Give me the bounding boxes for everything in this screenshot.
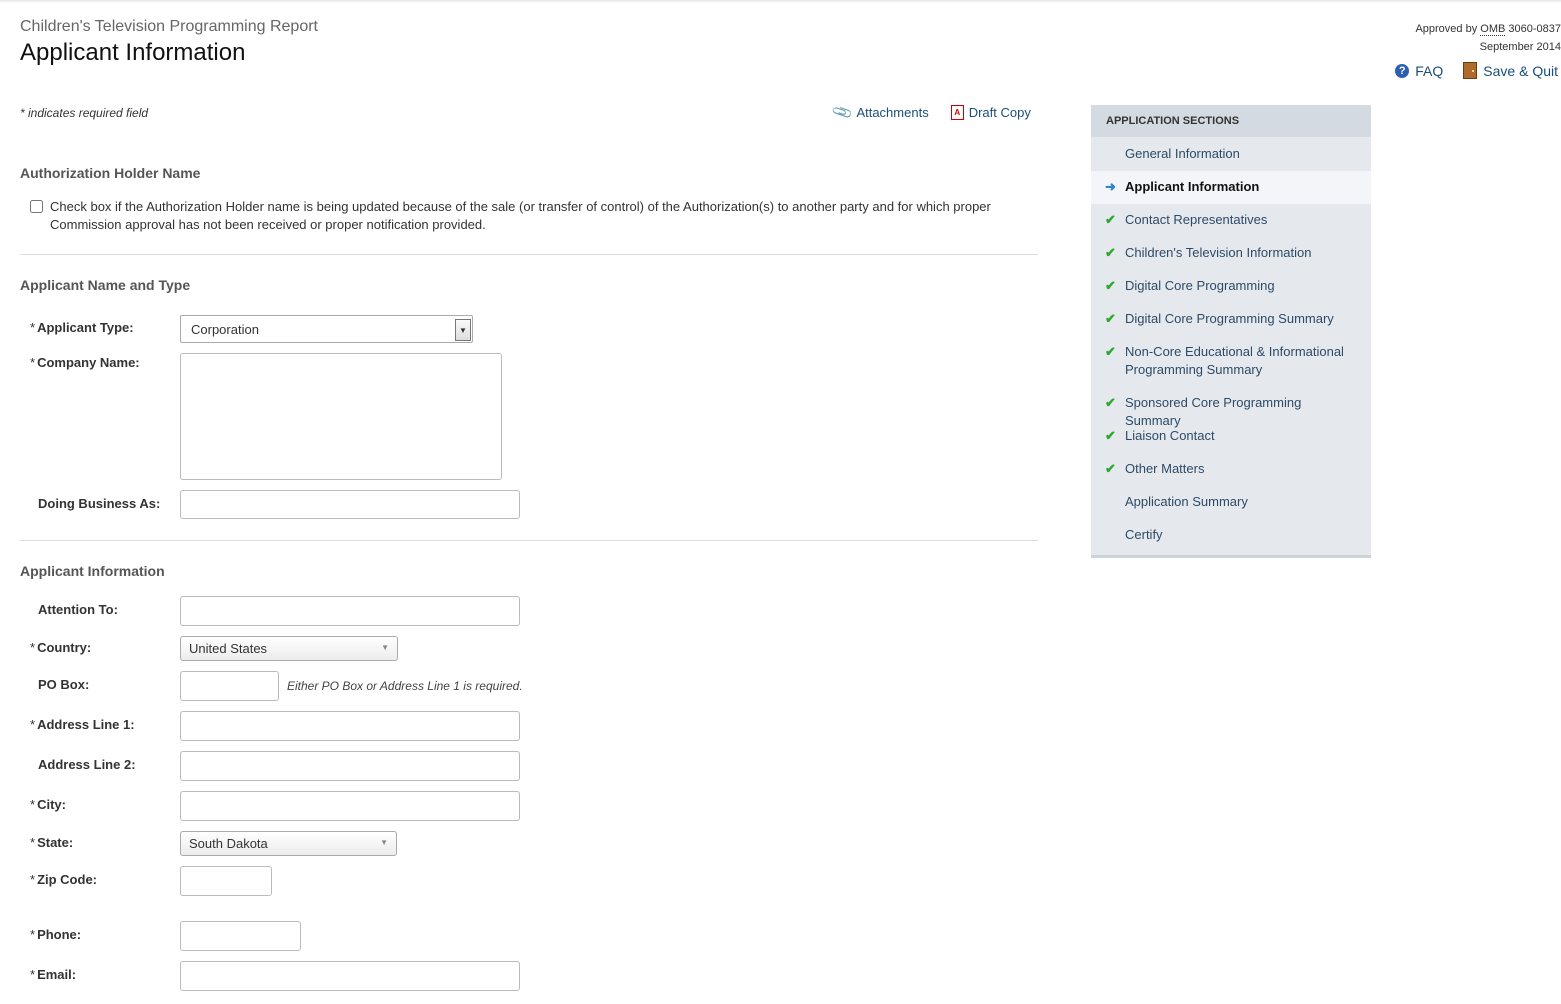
sidebar-item-label: Applicant Information	[1125, 179, 1260, 194]
zip-label: * Zip Code:	[30, 872, 97, 887]
draft-copy-label: Draft Copy	[968, 105, 1031, 120]
checkmark-icon: ✔	[1105, 428, 1116, 443]
applicant-type-select[interactable]: Corporation ▼	[180, 315, 473, 343]
city-label: * City:	[30, 797, 66, 812]
email-input[interactable]	[180, 961, 520, 991]
phone-input[interactable]	[180, 921, 301, 951]
country-value: United States	[189, 641, 268, 656]
pdf-icon: A	[950, 105, 964, 120]
sidebar-item-label: Certify	[1125, 527, 1163, 542]
address2-input[interactable]	[180, 751, 520, 781]
save-quit-label: Save & Quit	[1483, 62, 1558, 79]
checkmark-icon: ✔	[1105, 395, 1116, 410]
state-select[interactable]: South Dakota ▼	[180, 831, 397, 856]
faq-label: FAQ	[1415, 62, 1444, 79]
sidebar-item[interactable]: Certify	[1091, 519, 1371, 552]
sidebar-item[interactable]: ✔ Other Matters	[1091, 453, 1371, 486]
dropdown-arrow-icon: ▼	[380, 838, 388, 847]
report-title: Children's Television Programming Report	[20, 18, 318, 35]
email-label: * Email:	[30, 967, 77, 982]
attention-label: Attention To:	[38, 602, 118, 617]
document-links: 📎 Attachments A Draft Copy	[830, 100, 1031, 124]
sidebar-item[interactable]: ✔ Digital Core Programming Summary	[1091, 303, 1371, 336]
save-quit-link[interactable]: Save & Quit	[1463, 62, 1558, 79]
sidebar-item-label: Digital Core Programming Summary	[1125, 311, 1334, 326]
name-type-heading: Applicant Name and Type	[20, 277, 191, 293]
sidebar-item[interactable]: ✔ Children's Television Information	[1091, 237, 1371, 270]
auth-holder-checkbox-text: Check box if the Authorization Holder na…	[50, 199, 991, 232]
applicant-type-value: Corporation	[191, 321, 259, 337]
sidebar-item-label: Other Matters	[1125, 461, 1205, 476]
state-label: * State:	[30, 835, 74, 850]
country-select[interactable]: United States ▼	[180, 636, 398, 661]
checkmark-icon: ✔	[1105, 461, 1116, 476]
company-name-textarea[interactable]	[180, 353, 502, 480]
faq-link[interactable]: ? FAQ	[1395, 62, 1443, 79]
draft-copy-link[interactable]: A Draft Copy	[950, 104, 1031, 121]
application-sections-sidebar: Application Sections General Information…	[1091, 105, 1371, 558]
auth-holder-checkbox[interactable]	[30, 200, 43, 213]
checkmark-icon: ✔	[1105, 311, 1116, 326]
approval-date: September 2014	[1479, 41, 1561, 53]
applicant-info-heading: Applicant Information	[20, 563, 165, 579]
omb-abbr: OMB	[1480, 23, 1506, 36]
top-shadow	[0, 0, 1561, 3]
header-links: ? FAQ Save & Quit	[1395, 62, 1558, 79]
sidebar-item[interactable]: ✔ Non-Core Educational & Informational Pr…	[1091, 336, 1371, 387]
sidebar-item-label: Children's Television Information	[1125, 245, 1312, 260]
sidebar-item[interactable]: ✔ Contact Representatives	[1091, 204, 1371, 237]
applicant-type-label: * Applicant Type:	[30, 320, 134, 335]
section-divider	[20, 254, 1038, 255]
pobox-label: PO Box:	[38, 677, 90, 692]
paperclip-icon: 📎	[830, 100, 855, 124]
address1-input[interactable]	[180, 711, 520, 741]
sidebar-item-label: Contact Representatives	[1125, 212, 1268, 227]
page-title: Applicant Information	[20, 39, 246, 66]
sidebar-item[interactable]: ✔ Digital Core Programming	[1091, 270, 1371, 303]
checkmark-icon: ✔	[1105, 245, 1116, 260]
dropdown-arrow-icon[interactable]: ▼	[455, 319, 471, 341]
dba-label: Doing Business As:	[38, 496, 161, 511]
company-name-label: * Company Name:	[30, 355, 140, 370]
state-value: South Dakota	[189, 836, 268, 851]
sidebar-item-label: General Information	[1125, 146, 1240, 161]
pobox-input[interactable]	[180, 671, 279, 701]
attachments-label: Attachments	[856, 105, 929, 120]
sidebar-item-label: Liaison Contact	[1125, 428, 1215, 443]
sidebar-item[interactable]: ➜ Applicant Information	[1091, 171, 1371, 204]
omb-approval: Approved by OMB 3060-0837 September 2014	[1415, 20, 1561, 56]
required-field-note: * indicates required field	[20, 106, 149, 120]
dba-input[interactable]	[180, 490, 520, 519]
help-icon: ?	[1395, 63, 1410, 78]
attention-input[interactable]	[180, 596, 520, 626]
sidebar-heading: Application Sections	[1091, 105, 1371, 137]
arrow-right-icon: ➜	[1105, 179, 1116, 194]
sidebar-item[interactable]: ✔ Liaison Contact	[1091, 420, 1371, 453]
checkmark-icon: ✔	[1105, 344, 1116, 359]
sidebar-item-label: Application Summary	[1125, 494, 1248, 509]
auth-holder-checkbox-row: Check box if the Authorization Holder na…	[30, 198, 1010, 234]
checkmark-icon: ✔	[1105, 212, 1116, 227]
auth-holder-heading: Authorization Holder Name	[20, 165, 201, 181]
sidebar-item[interactable]: Application Summary	[1091, 486, 1371, 519]
dropdown-arrow-icon: ▼	[381, 643, 389, 652]
omb-number: 3060-0837	[1505, 23, 1561, 35]
address2-label: Address Line 2:	[38, 757, 136, 772]
address1-label: * Address Line 1:	[30, 717, 135, 732]
sidebar-item[interactable]: ✔ Sponsored Core Programming Summary	[1091, 387, 1371, 428]
phone-label: * Phone:	[30, 927, 82, 942]
sidebar-item-label: Non-Core Educational & Informational Pro…	[1125, 344, 1344, 377]
pobox-hint: Either PO Box or Address Line 1 is requi…	[287, 679, 523, 693]
country-label: * Country:	[30, 640, 92, 655]
sidebar-item[interactable]: General Information	[1091, 138, 1371, 171]
city-input[interactable]	[180, 791, 520, 821]
door-exit-icon	[1463, 62, 1478, 79]
checkmark-icon: ✔	[1105, 278, 1116, 293]
zip-input[interactable]	[180, 866, 272, 896]
approved-prefix: Approved by	[1415, 23, 1481, 35]
sidebar-item-label: Digital Core Programming	[1125, 278, 1275, 293]
attachments-link[interactable]: 📎 Attachments	[830, 100, 929, 124]
section-divider	[20, 540, 1038, 541]
